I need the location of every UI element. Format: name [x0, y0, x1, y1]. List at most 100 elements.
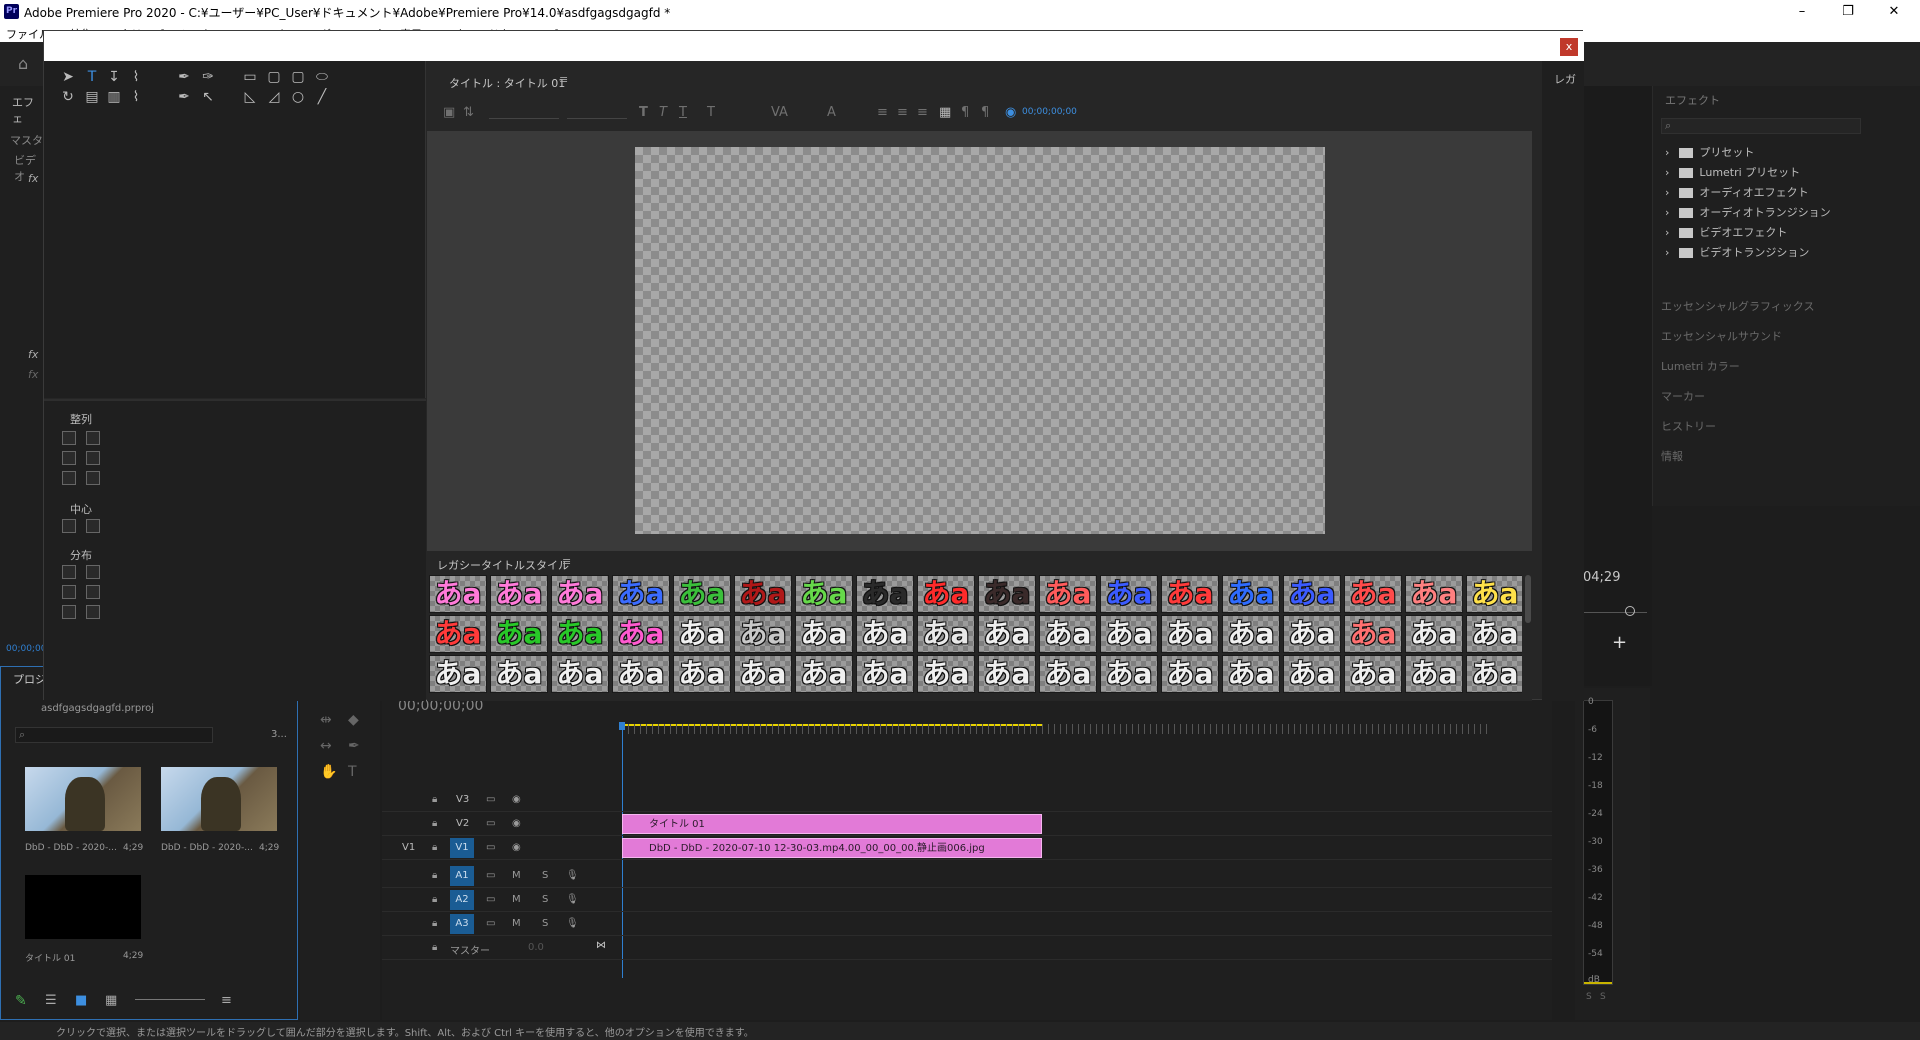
title-style-swatch[interactable]: あa: [734, 655, 792, 693]
mic-icon[interactable]: 🎙︎: [566, 894, 579, 905]
close-window-button[interactable]: ✕: [1874, 2, 1914, 22]
sync-lock-icon[interactable]: ▭: [486, 870, 495, 881]
slip-icon[interactable]: ↔: [320, 738, 332, 754]
align-bottom-button[interactable]: [86, 471, 100, 485]
title-style-swatch[interactable]: あa: [1039, 615, 1097, 653]
eye-icon[interactable]: ◉: [512, 842, 521, 853]
mic-icon[interactable]: 🎙︎: [566, 870, 579, 881]
lock-icon[interactable]: 🔒︎: [432, 794, 437, 805]
lock-icon[interactable]: 🔒︎: [432, 894, 437, 905]
hand-icon[interactable]: ✋: [320, 764, 337, 780]
list-view-icon[interactable]: ☰: [45, 993, 57, 1008]
title-style-swatch[interactable]: あa: [1161, 655, 1219, 693]
effects-item-audio-transitions[interactable]: › オーディオトランジション: [1665, 204, 1831, 220]
effects-panel-title[interactable]: エフェクト: [1665, 92, 1720, 108]
pencil-icon[interactable]: ✎: [15, 993, 27, 1009]
align-left-text-icon[interactable]: ≡: [877, 105, 888, 120]
title-style-swatch[interactable]: あa: [673, 575, 731, 613]
background-timecode[interactable]: 00;00;00;00: [1022, 107, 1077, 117]
solo-button[interactable]: S: [542, 918, 548, 929]
rectangle-tool-icon[interactable]: ▭: [240, 67, 260, 87]
align-top-button[interactable]: [86, 431, 100, 445]
title-style-swatch[interactable]: あa: [1405, 575, 1463, 613]
title-clip[interactable]: タイトル 01: [622, 814, 1042, 834]
sync-lock-icon[interactable]: ▭: [486, 842, 495, 853]
title-style-swatch[interactable]: あa: [1466, 615, 1522, 653]
lock-icon[interactable]: 🔒︎: [432, 818, 437, 829]
distribute-button[interactable]: [86, 565, 100, 579]
align-right-text-icon[interactable]: ≡: [917, 105, 928, 120]
project-tab[interactable]: プロジ: [13, 671, 46, 687]
vertical-path-type-icon[interactable]: ⌇: [126, 87, 146, 107]
master-volume[interactable]: 0.0: [528, 942, 544, 953]
align-left-button[interactable]: [62, 431, 76, 445]
title-style-swatch[interactable]: あa: [1344, 615, 1402, 653]
title-drawing-area[interactable]: [635, 147, 1325, 534]
distribute-button[interactable]: [86, 585, 100, 599]
effects-item-audio-effects[interactable]: › オーディオエフェクト: [1665, 184, 1809, 200]
font-size-icon[interactable]: T: [707, 105, 715, 120]
paragraph-rtl-icon[interactable]: ¶: [981, 105, 989, 120]
title-style-swatch[interactable]: あa: [1100, 615, 1158, 653]
wedge-tool-icon[interactable]: ◺: [240, 87, 260, 107]
title-style-swatch[interactable]: あa: [917, 655, 975, 693]
sync-lock-icon[interactable]: ▭: [486, 818, 495, 829]
delete-anchor-icon[interactable]: ✑: [198, 67, 218, 87]
title-style-swatch[interactable]: あa: [1039, 655, 1097, 693]
source-patch-v1[interactable]: V1: [402, 842, 415, 853]
title-style-swatch[interactable]: あa: [1466, 655, 1522, 693]
title-style-swatch[interactable]: あa: [429, 575, 487, 613]
title-style-swatch[interactable]: あa: [612, 655, 670, 693]
align-right-button[interactable]: [62, 471, 76, 485]
go-to-end-icon[interactable]: ⋈: [596, 940, 606, 951]
align-center-text-icon[interactable]: ≡: [897, 105, 908, 120]
icon-view-icon[interactable]: ■: [75, 993, 87, 1008]
title-style-swatch[interactable]: あa: [978, 615, 1036, 653]
track-target-v1[interactable]: V1: [450, 838, 474, 858]
arc-tool-icon[interactable]: ◿: [264, 87, 284, 107]
effects-item-lumetri-presets[interactable]: › Lumetri プリセット: [1665, 164, 1800, 180]
mute-button[interactable]: M: [512, 870, 521, 881]
solo-right-button[interactable]: S: [1600, 992, 1606, 1002]
font-family-select[interactable]: [489, 103, 559, 119]
title-style-swatch[interactable]: あa: [1161, 615, 1219, 653]
solo-button[interactable]: S: [542, 870, 548, 881]
effects-item-presets[interactable]: › プリセット: [1665, 144, 1754, 160]
title-style-swatch[interactable]: あa: [795, 615, 853, 653]
solo-button[interactable]: S: [542, 894, 548, 905]
title-style-swatch[interactable]: あa: [551, 655, 609, 693]
ripple-edit-icon[interactable]: ⇹: [320, 712, 332, 728]
video-clip[interactable]: DbD - DbD - 2020-07-10 12-30-03.mp4.00_0…: [622, 838, 1042, 858]
show-background-video-icon[interactable]: ◉: [1005, 105, 1016, 120]
title-style-swatch[interactable]: あa: [1283, 655, 1341, 693]
maximize-button[interactable]: ❐: [1828, 2, 1868, 22]
title-style-swatch[interactable]: あa: [429, 615, 487, 653]
title-style-swatch[interactable]: あa: [673, 655, 731, 693]
align-hcenter-button[interactable]: [62, 451, 76, 465]
title-style-swatch[interactable]: あa: [1344, 655, 1402, 693]
tab-stops-icon[interactable]: ▦: [939, 105, 951, 120]
title-style-swatch[interactable]: あa: [551, 575, 609, 613]
title-style-swatch[interactable]: あa: [1283, 575, 1341, 613]
effect-controls-tab[interactable]: エフェ: [12, 94, 43, 126]
title-style-swatch[interactable]: あa: [978, 655, 1036, 693]
add-button[interactable]: +: [1612, 632, 1627, 653]
minimize-button[interactable]: –: [1782, 2, 1822, 22]
project-search-input[interactable]: ⌕: [15, 727, 213, 743]
distribute-button[interactable]: [62, 605, 76, 619]
title-style-swatch[interactable]: あa: [1283, 615, 1341, 653]
title-style-swatch[interactable]: あa: [1405, 615, 1463, 653]
path-type-tool-icon[interactable]: ⌇: [126, 67, 146, 87]
rounded-corner-tool-icon[interactable]: ⬭: [312, 67, 332, 87]
vertical-type-tool-icon[interactable]: ↧: [104, 67, 124, 87]
title-style-swatch[interactable]: あa: [673, 615, 731, 653]
title-style-swatch[interactable]: あa: [1161, 575, 1219, 613]
markers-panel[interactable]: マーカー: [1661, 388, 1705, 404]
title-style-swatch[interactable]: あa: [1222, 615, 1280, 653]
ellipse-tool-icon[interactable]: ○: [288, 87, 308, 107]
font-style-select[interactable]: [567, 103, 627, 119]
solo-left-button[interactable]: S: [1586, 992, 1592, 1002]
title-style-swatch[interactable]: あa: [734, 615, 792, 653]
project-thumbnail[interactable]: [25, 767, 141, 831]
dialog-close-button[interactable]: x: [1560, 38, 1578, 56]
